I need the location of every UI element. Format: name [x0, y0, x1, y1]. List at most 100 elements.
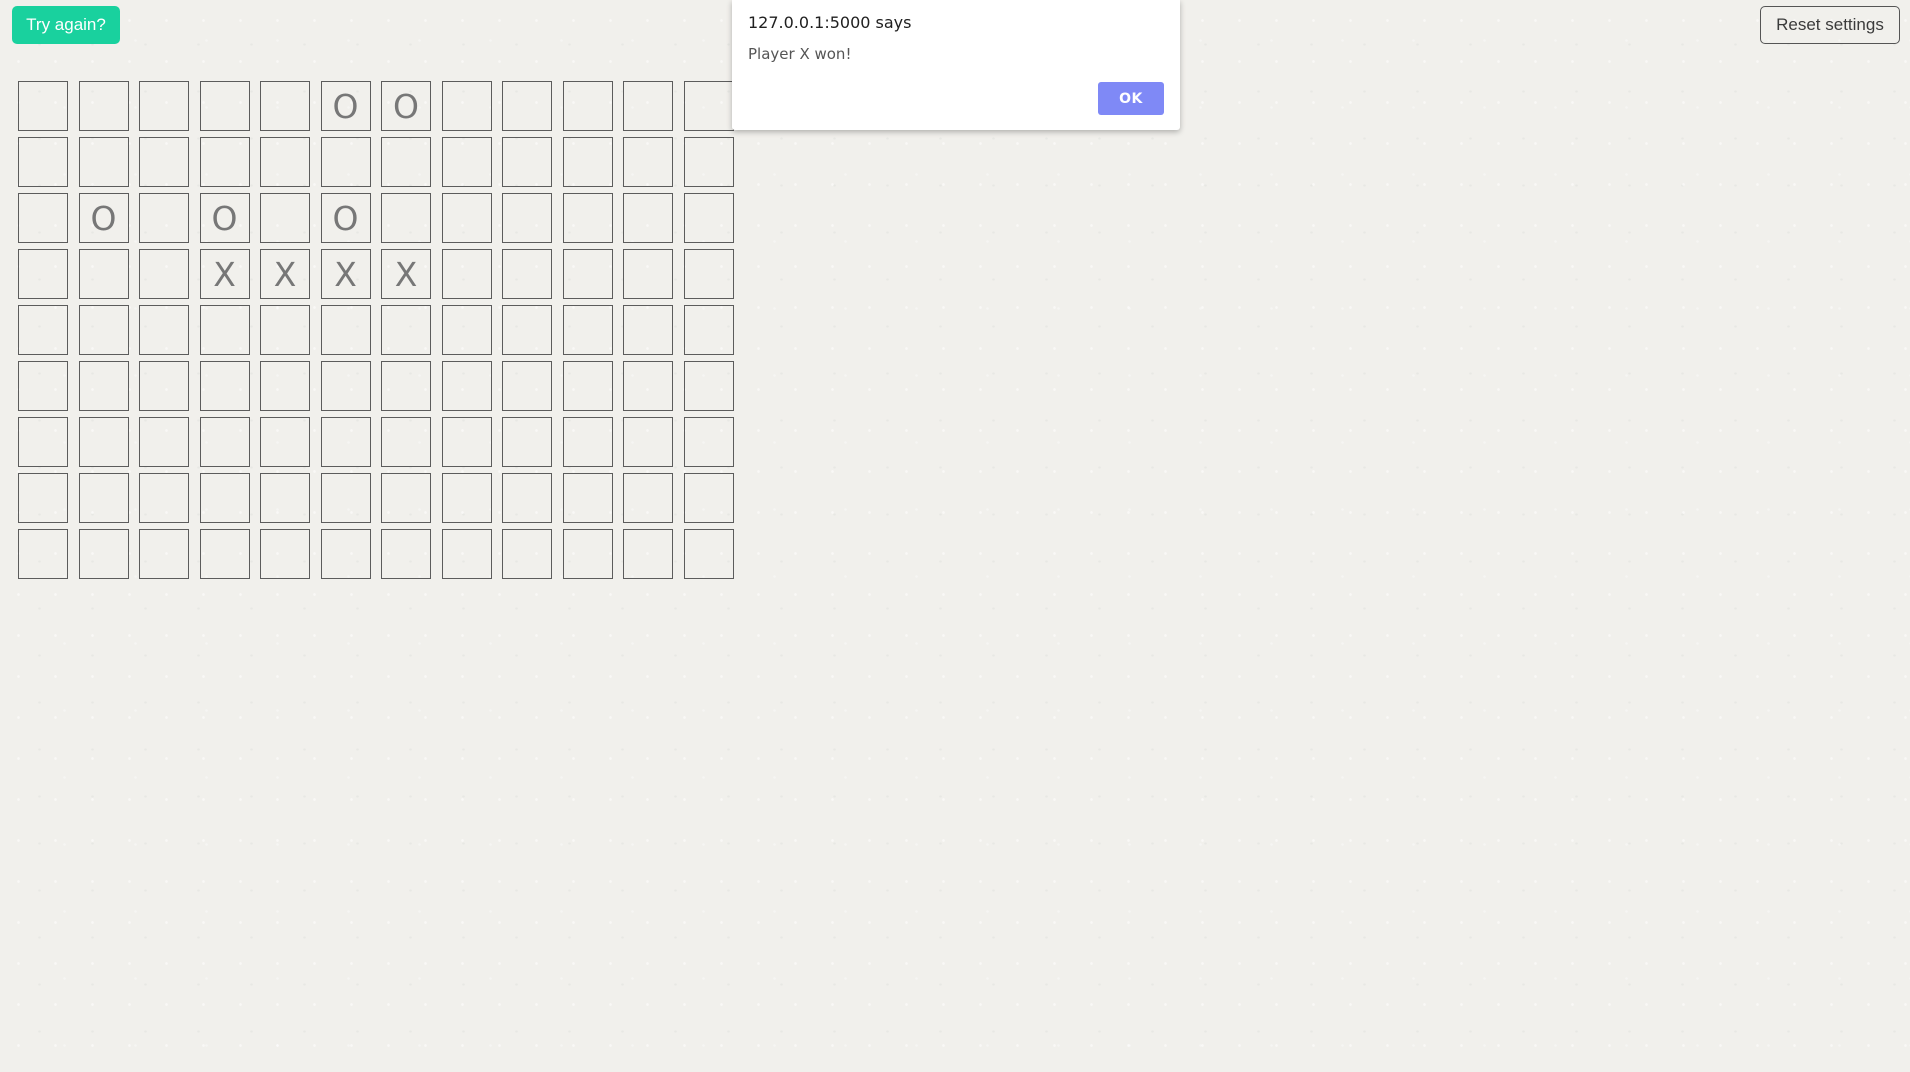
board-cell[interactable]: [441, 305, 492, 355]
board-cell[interactable]: [441, 81, 492, 131]
board-cell[interactable]: [320, 137, 371, 187]
board-cell[interactable]: [381, 417, 431, 467]
board-cell[interactable]: [623, 473, 673, 523]
board-cell[interactable]: [562, 529, 613, 579]
board-cell[interactable]: [139, 473, 189, 523]
board-cell[interactable]: [78, 81, 129, 131]
reset-settings-button[interactable]: Reset settings: [1760, 6, 1900, 44]
board-cell[interactable]: [562, 361, 613, 411]
board-cell[interactable]: [623, 81, 673, 131]
board-cell[interactable]: [381, 193, 431, 243]
board-cell[interactable]: [18, 137, 68, 187]
board-cell[interactable]: [623, 193, 673, 243]
board-cell[interactable]: [502, 193, 552, 243]
board-cell[interactable]: [139, 137, 189, 187]
board-cell[interactable]: X: [199, 249, 250, 299]
board-cell[interactable]: [199, 81, 250, 131]
board-cell[interactable]: [381, 361, 431, 411]
board-cell[interactable]: X: [260, 249, 310, 299]
board-cell[interactable]: [18, 361, 68, 411]
board-cell[interactable]: [683, 81, 734, 131]
board-cell[interactable]: [562, 81, 613, 131]
board-cell[interactable]: [623, 417, 673, 467]
board-cell[interactable]: [139, 249, 189, 299]
alert-ok-button[interactable]: OK: [1098, 82, 1164, 115]
board-cell[interactable]: [502, 81, 552, 131]
board-cell[interactable]: [623, 249, 673, 299]
board-cell[interactable]: [260, 137, 310, 187]
board-cell[interactable]: O: [320, 81, 371, 131]
board-cell[interactable]: [683, 193, 734, 243]
board-cell[interactable]: [320, 361, 371, 411]
board-cell[interactable]: [260, 417, 310, 467]
board-cell[interactable]: [683, 417, 734, 467]
board-cell[interactable]: [78, 137, 129, 187]
board-cell[interactable]: [78, 473, 129, 523]
board-cell[interactable]: [260, 529, 310, 579]
board-cell[interactable]: [199, 529, 250, 579]
board-cell[interactable]: [18, 81, 68, 131]
board-cell[interactable]: [320, 305, 371, 355]
board-cell[interactable]: [502, 249, 552, 299]
board-cell[interactable]: [683, 529, 734, 579]
board-cell[interactable]: [502, 137, 552, 187]
board-cell[interactable]: [139, 193, 189, 243]
board-cell[interactable]: [78, 305, 129, 355]
board-cell[interactable]: [139, 81, 189, 131]
board-cell[interactable]: [683, 249, 734, 299]
board-cell[interactable]: [562, 137, 613, 187]
board-cell[interactable]: [683, 361, 734, 411]
try-again-button[interactable]: Try again?: [12, 6, 120, 44]
board-cell[interactable]: [381, 137, 431, 187]
board-cell[interactable]: [139, 361, 189, 411]
board-cell[interactable]: O: [320, 193, 371, 243]
board-cell[interactable]: [78, 249, 129, 299]
board-cell[interactable]: [139, 529, 189, 579]
board-cell[interactable]: [623, 529, 673, 579]
board-cell[interactable]: [502, 417, 552, 467]
board-cell[interactable]: [683, 473, 734, 523]
board-cell[interactable]: [320, 529, 371, 579]
board-cell[interactable]: [441, 529, 492, 579]
board-cell[interactable]: X: [381, 249, 431, 299]
board-cell[interactable]: [502, 473, 552, 523]
board-cell[interactable]: [562, 417, 613, 467]
board-cell[interactable]: [260, 193, 310, 243]
board-cell[interactable]: O: [78, 193, 129, 243]
board-cell[interactable]: [381, 529, 431, 579]
board-cell[interactable]: [199, 361, 250, 411]
board-cell[interactable]: [139, 417, 189, 467]
board-cell[interactable]: [502, 361, 552, 411]
board-cell[interactable]: [623, 305, 673, 355]
board-cell[interactable]: [623, 137, 673, 187]
board-cell[interactable]: X: [320, 249, 371, 299]
board-cell[interactable]: [562, 305, 613, 355]
board-cell[interactable]: [441, 193, 492, 243]
board-cell[interactable]: [260, 473, 310, 523]
board-cell[interactable]: [18, 305, 68, 355]
board-cell[interactable]: [502, 529, 552, 579]
board-cell[interactable]: [441, 473, 492, 523]
board-cell[interactable]: [199, 305, 250, 355]
board-cell[interactable]: [320, 473, 371, 523]
board-cell[interactable]: [260, 81, 310, 131]
board-cell[interactable]: [441, 417, 492, 467]
board-cell[interactable]: [18, 193, 68, 243]
board-cell[interactable]: [199, 137, 250, 187]
board-cell[interactable]: [18, 417, 68, 467]
board-cell[interactable]: [683, 305, 734, 355]
board-cell[interactable]: [502, 305, 552, 355]
board-cell[interactable]: [139, 305, 189, 355]
board-cell[interactable]: [78, 529, 129, 579]
board-cell[interactable]: [683, 137, 734, 187]
board-cell[interactable]: [18, 529, 68, 579]
board-cell[interactable]: [381, 473, 431, 523]
board-cell[interactable]: [199, 473, 250, 523]
board-cell[interactable]: [562, 193, 613, 243]
board-cell[interactable]: [562, 473, 613, 523]
board-cell[interactable]: [441, 249, 492, 299]
board-cell[interactable]: [260, 305, 310, 355]
board-cell[interactable]: [441, 137, 492, 187]
board-cell[interactable]: [78, 361, 129, 411]
board-cell[interactable]: [562, 249, 613, 299]
